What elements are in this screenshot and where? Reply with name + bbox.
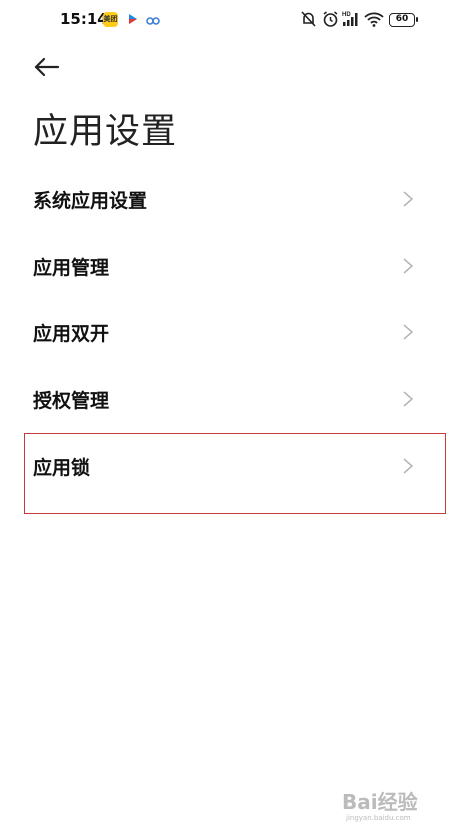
menu-item-dual-apps[interactable]: 应用双开 — [0, 299, 459, 365]
battery-icon: 60 — [389, 13, 418, 27]
chevron-right-icon — [403, 191, 414, 207]
cloud-app-icon — [146, 17, 160, 25]
watermark-url: jingyan.baidu.com — [346, 814, 411, 822]
bilibili-app-icon — [129, 14, 137, 24]
chevron-right-icon — [403, 391, 414, 407]
watermark-logo: Bai经验 — [342, 790, 418, 814]
back-button[interactable] — [32, 54, 64, 80]
menu-item-permission-management[interactable]: 授权管理 — [0, 366, 459, 432]
menu-item-label: 授权管理 — [33, 390, 110, 412]
svg-text:HD: HD — [342, 12, 351, 18]
back-arrow-icon — [34, 57, 60, 77]
menu-item-app-management[interactable]: 应用管理 — [0, 233, 459, 299]
status-time: 15:14 — [60, 10, 108, 28]
menu-item-system-app-settings[interactable]: 系统应用设置 — [0, 166, 459, 232]
menu-item-label: 应用双开 — [33, 323, 110, 345]
menu-item-label: 应用管理 — [33, 257, 110, 279]
menu-item-label: 系统应用设置 — [33, 190, 148, 212]
alarm-icon — [323, 11, 338, 27]
wifi-icon — [364, 12, 384, 27]
notification-muted-icon — [301, 11, 316, 27]
chevron-right-icon — [403, 258, 414, 274]
meituan-app-icon: 美团 — [103, 12, 118, 27]
status-bar: 15:14 美团 HD 60 — [0, 0, 459, 42]
highlight-box — [24, 433, 446, 514]
hd-signal-icon: HD — [342, 12, 358, 26]
chevron-right-icon — [403, 324, 414, 340]
page-title: 应用设置 — [33, 112, 178, 152]
